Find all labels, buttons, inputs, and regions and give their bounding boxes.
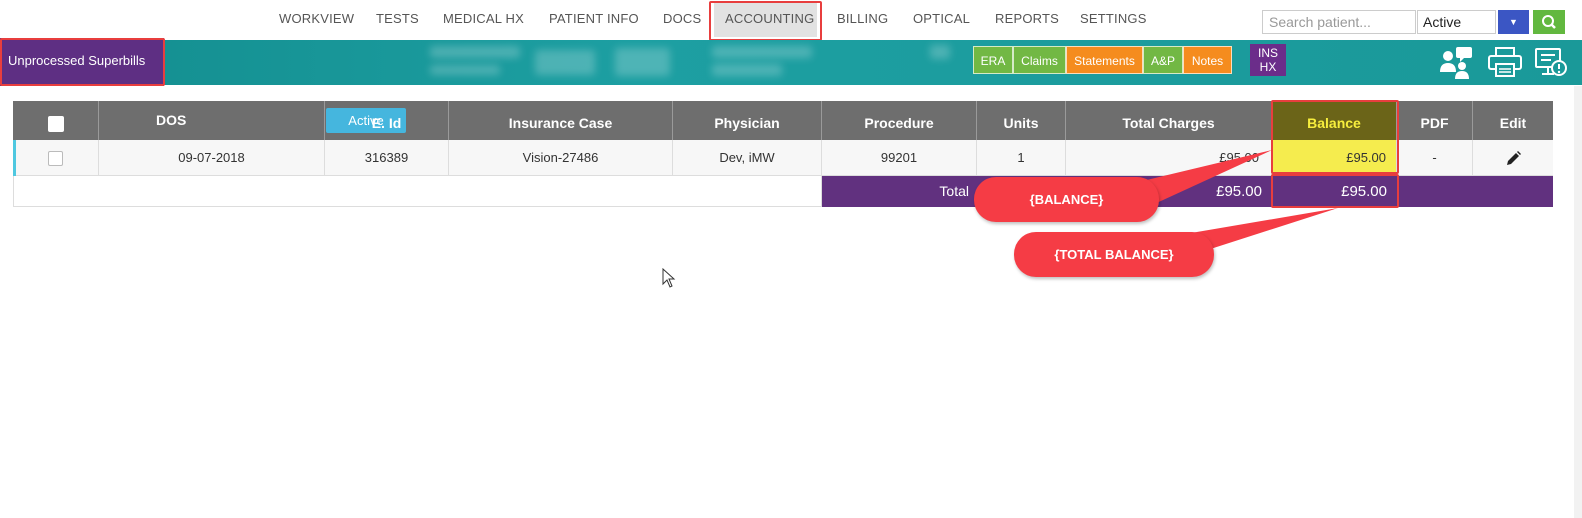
callout-pointers <box>1130 150 1338 262</box>
mouse-cursor-icon <box>662 268 676 288</box>
balance-callout: {BALANCE} <box>974 177 1159 222</box>
page-scrollbar[interactable] <box>1574 86 1582 518</box>
total-balance-callout: {TOTAL BALANCE} <box>1014 232 1214 277</box>
